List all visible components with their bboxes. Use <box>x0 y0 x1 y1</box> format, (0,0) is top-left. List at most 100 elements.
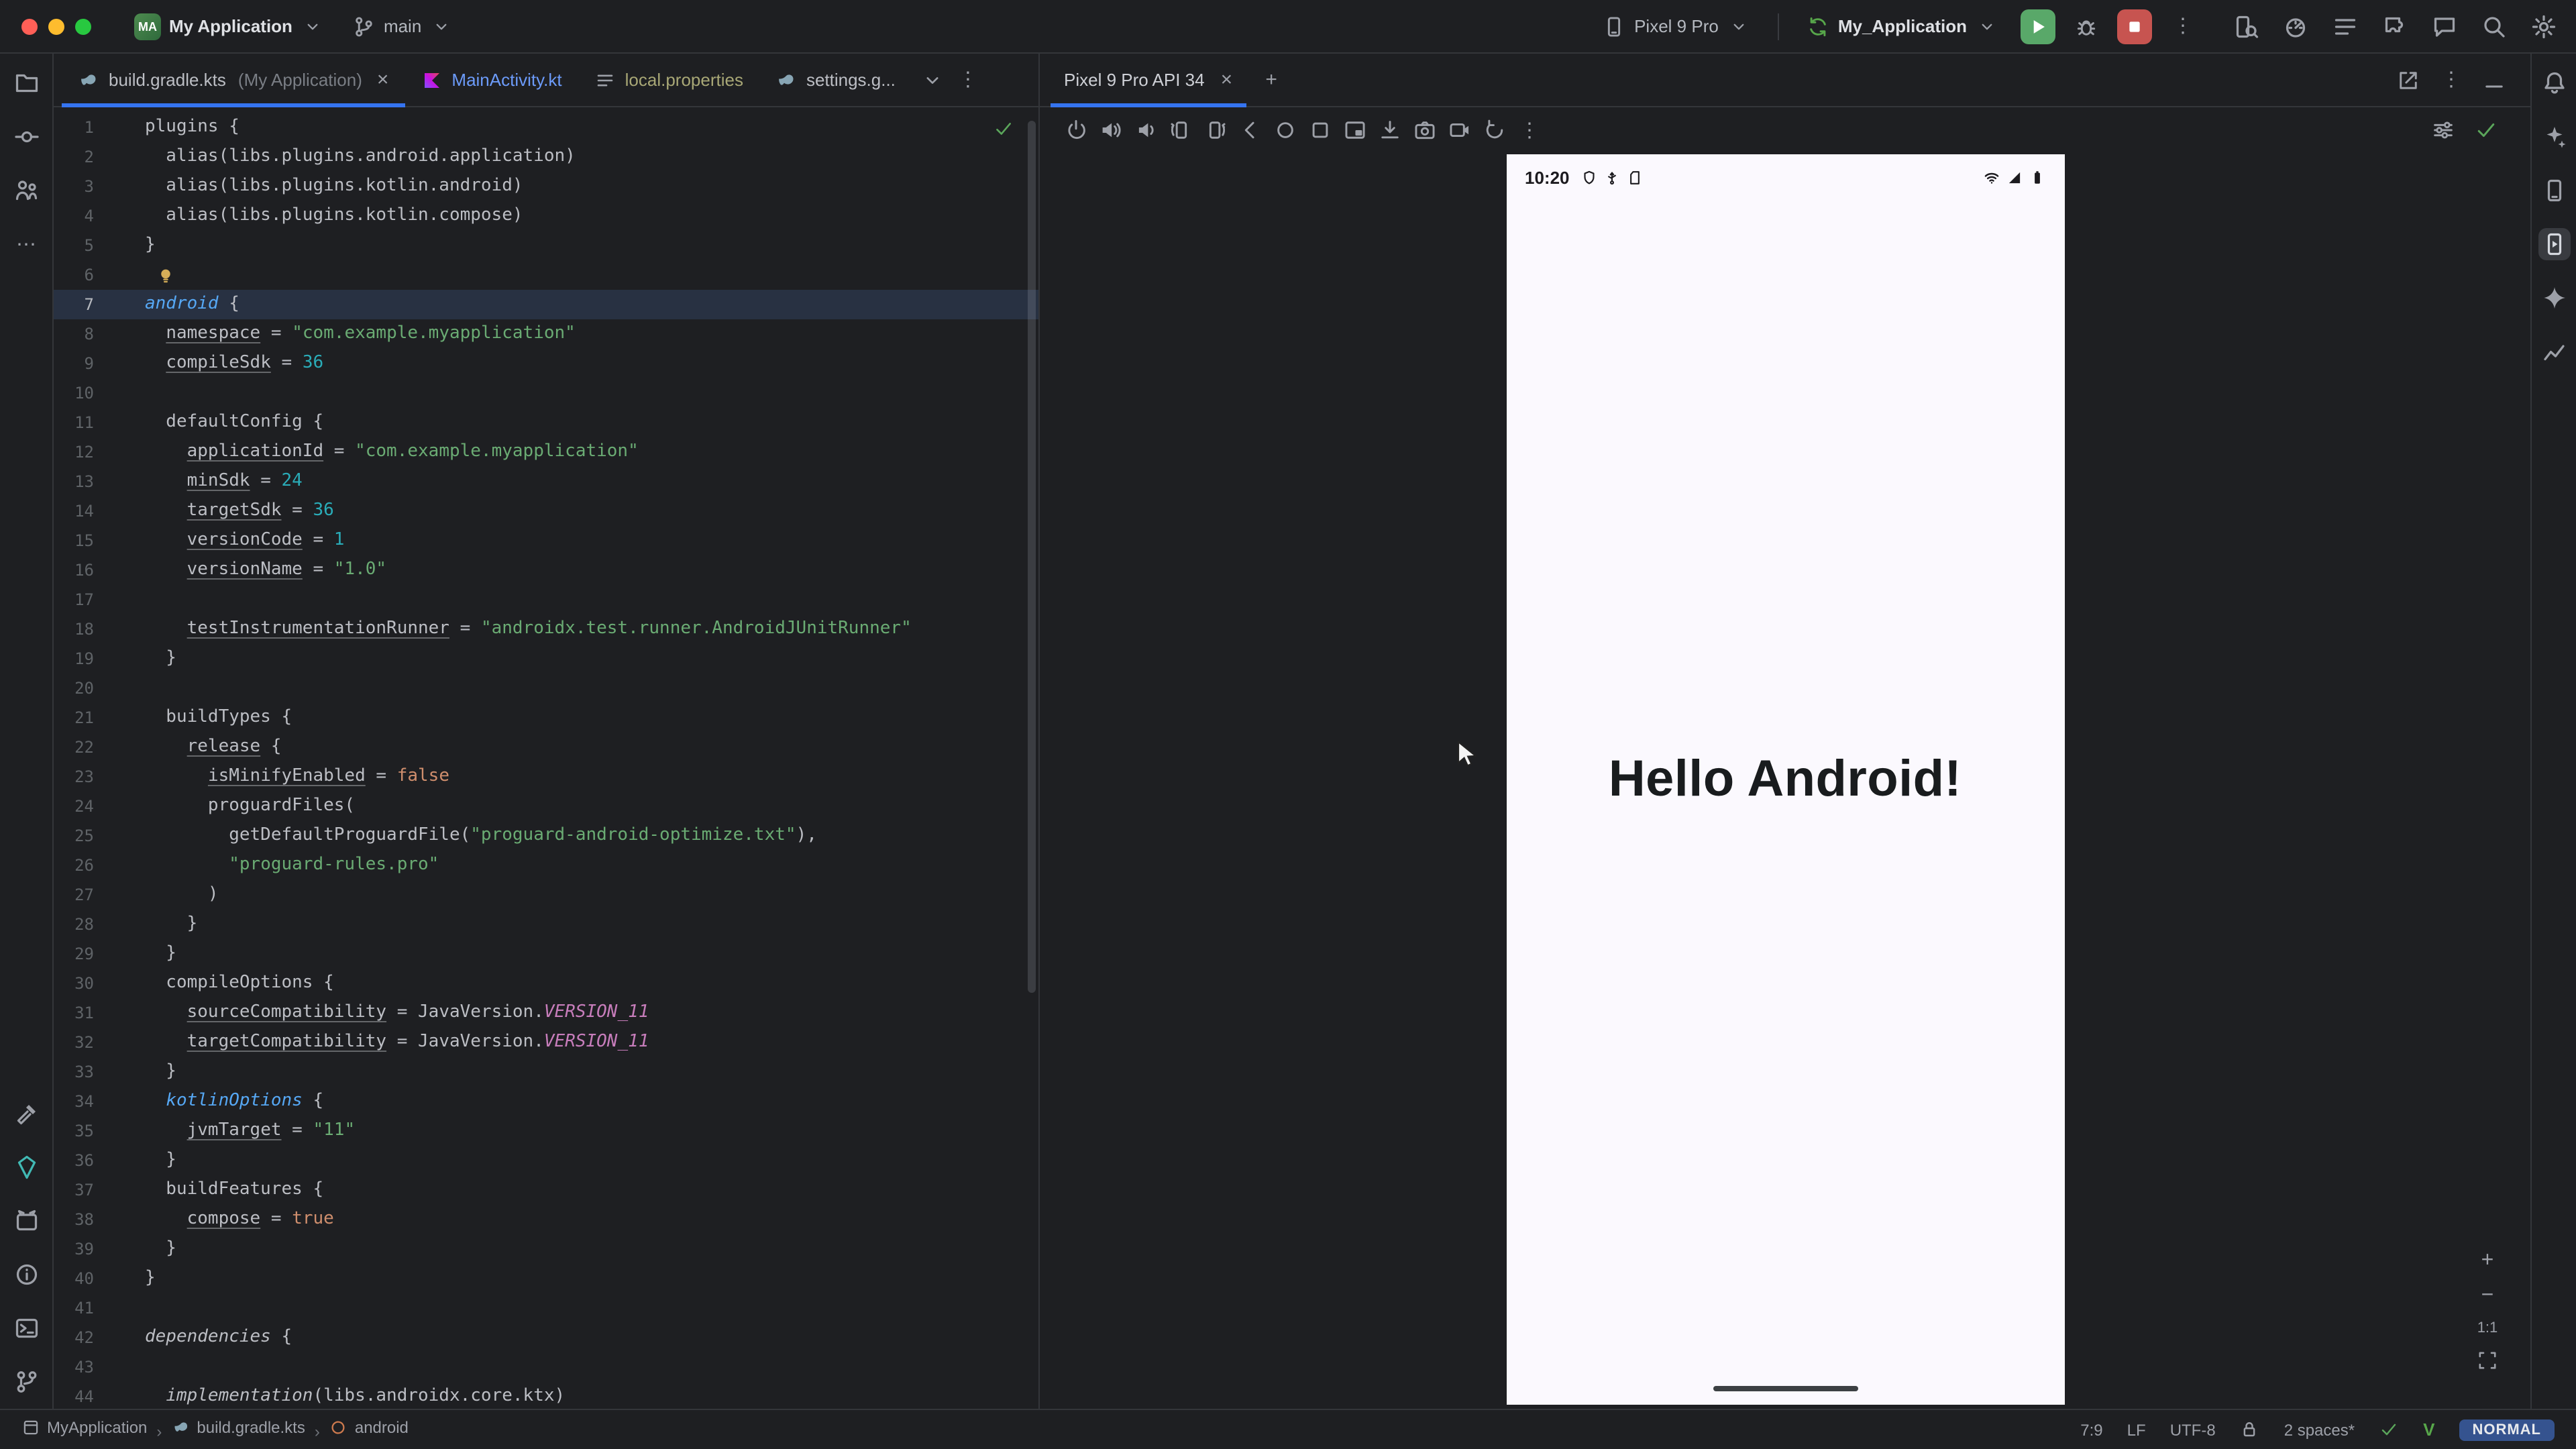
code-line-11[interactable]: 11 defaultConfig { <box>54 408 1038 437</box>
editor-tab-local.properties[interactable]: local.properties <box>578 54 759 106</box>
code-line-13[interactable]: 13 minSdk = 24 <box>54 467 1038 496</box>
ideavim-icon[interactable]: V <box>2423 1419 2434 1440</box>
code-line-14[interactable]: 14 targetSdk = 36 <box>54 496 1038 526</box>
code-line-1[interactable]: 1plugins { <box>54 113 1038 142</box>
structure-icon[interactable] <box>2332 13 2359 40</box>
code-line-9[interactable]: 9 compileSdk = 36 <box>54 349 1038 378</box>
code-line-3[interactable]: 3 alias(libs.plugins.kotlin.android) <box>54 172 1038 201</box>
code-line-28[interactable]: 28 } <box>54 910 1038 939</box>
volume-up-icon[interactable] <box>1099 118 1123 142</box>
more-tools-icon[interactable]: ⋯ <box>10 228 42 260</box>
editor-tab-MainActivity.kt[interactable]: MainActivity.kt <box>405 54 578 106</box>
code-line-12[interactable]: 12 applicationId = "com.example.myapplic… <box>54 437 1038 467</box>
plus-icon[interactable]: + <box>2477 1250 2498 1272</box>
code-line-19[interactable]: 19 } <box>54 644 1038 674</box>
more-icon[interactable]: ⋮ <box>1517 118 1542 142</box>
close-tab-icon[interactable]: × <box>377 68 389 91</box>
code-line-2[interactable]: 2 alias(libs.plugins.android.application… <box>54 142 1038 172</box>
rotate-right-icon[interactable] <box>1203 118 1228 142</box>
code-line-26[interactable]: 26 "proguard-rules.pro" <box>54 851 1038 880</box>
fit-icon[interactable] <box>2477 1350 2498 1371</box>
branch-selector[interactable]: main <box>343 9 462 44</box>
minimize-icon[interactable] <box>2482 68 2506 92</box>
editor-scrollbar[interactable] <box>1028 121 1036 993</box>
plugins-icon[interactable] <box>2381 13 2408 40</box>
code-line-44[interactable]: 44 implementation(libs.androidx.core.ktx… <box>54 1382 1038 1409</box>
zoom-window-button[interactable] <box>75 18 91 34</box>
chevron-down-icon[interactable] <box>922 69 944 91</box>
code-line-37[interactable]: 37 buildFeatures { <box>54 1175 1038 1205</box>
device-screen[interactable]: 10:20 Hello Android! <box>1506 154 2064 1405</box>
code-line-30[interactable]: 30 compileOptions { <box>54 969 1038 998</box>
terminal-icon[interactable] <box>10 1312 42 1344</box>
rotate-left-icon[interactable] <box>1169 118 1193 142</box>
code-line-35[interactable]: 35 jvmTarget = "11" <box>54 1116 1038 1146</box>
screenshot-icon[interactable] <box>1413 118 1437 142</box>
gesture-navigation-bar[interactable] <box>1713 1386 1858 1391</box>
code-line-18[interactable]: 18 testInstrumentationRunner = "androidx… <box>54 614 1038 644</box>
bulb-icon[interactable] <box>156 265 176 285</box>
run-configuration-selector[interactable]: My_Application <box>1798 9 2007 44</box>
open-in-window-icon[interactable] <box>2396 68 2420 92</box>
problems-icon[interactable] <box>10 1258 42 1291</box>
breadcrumb-MyApplication[interactable]: MyApplication <box>21 1418 147 1437</box>
display-mode-icon[interactable] <box>1343 118 1367 142</box>
code-line-7[interactable]: 7android { <box>54 290 1038 319</box>
close-device-tab-icon[interactable]: × <box>1221 68 1233 91</box>
chat-icon[interactable] <box>2431 13 2458 40</box>
logcat-icon[interactable] <box>10 1205 42 1237</box>
indent-setting[interactable]: 2 spaces* <box>2284 1420 2355 1439</box>
code-line-24[interactable]: 24 proguardFiles( <box>54 792 1038 821</box>
plus-icon[interactable]: + <box>1259 68 1283 92</box>
recents-icon[interactable] <box>1308 118 1332 142</box>
profiler-icon[interactable] <box>2282 13 2309 40</box>
line-separator[interactable]: LF <box>2127 1420 2146 1439</box>
breadcrumb-android[interactable]: android <box>329 1418 409 1437</box>
code-line-27[interactable]: 27 ) <box>54 880 1038 910</box>
caret-position[interactable]: 7:9 <box>2080 1420 2102 1439</box>
debug-button[interactable] <box>2069 9 2104 44</box>
device-manager-icon[interactable] <box>2538 174 2570 207</box>
code-line-17[interactable]: 17 <box>54 585 1038 614</box>
code-line-25[interactable]: 25 getDefaultProguardFile("proguard-andr… <box>54 821 1038 851</box>
back-icon[interactable] <box>1238 118 1263 142</box>
project-selector[interactable]: MA My Application <box>126 7 333 45</box>
minus-icon[interactable]: − <box>2477 1285 2498 1307</box>
code-line-6[interactable]: 6 <box>54 260 1038 290</box>
project-folder-icon[interactable] <box>10 67 42 99</box>
running-devices-icon[interactable] <box>2538 228 2570 260</box>
code-line-43[interactable]: 43 <box>54 1352 1038 1382</box>
build-icon[interactable] <box>10 1097 42 1130</box>
code-line-34[interactable]: 34 kotlinOptions { <box>54 1087 1038 1116</box>
code-line-8[interactable]: 8 namespace = "com.example.myapplication… <box>54 319 1038 349</box>
vim-mode-badge[interactable]: NORMAL <box>2459 1419 2555 1440</box>
code-line-15[interactable]: 15 versionCode = 1 <box>54 526 1038 555</box>
code-line-5[interactable]: 5} <box>54 231 1038 260</box>
code-line-41[interactable]: 41 <box>54 1293 1038 1323</box>
code-line-22[interactable]: 22 release { <box>54 733 1038 762</box>
device-selector[interactable]: Pixel 9 Pro <box>1594 9 1759 44</box>
device-settings-icon[interactable] <box>2431 118 2455 142</box>
ai-assistant-icon[interactable] <box>2538 121 2570 153</box>
code-line-36[interactable]: 36 } <box>54 1146 1038 1175</box>
commit-icon[interactable] <box>10 121 42 153</box>
minimize-window-button[interactable] <box>48 18 64 34</box>
device-tab[interactable]: Pixel 9 Pro API 34 × <box>1051 54 1246 106</box>
status-check-icon[interactable] <box>2474 118 2498 142</box>
more-actions-button[interactable]: ⋮ <box>2165 9 2200 44</box>
close-window-button[interactable] <box>21 18 38 34</box>
breadcrumb-build.gradle.kts[interactable]: build.gradle.kts <box>171 1418 305 1437</box>
reset-icon[interactable] <box>1483 118 1507 142</box>
home-icon[interactable] <box>1273 118 1297 142</box>
code-line-32[interactable]: 32 targetCompatibility = JavaVersion.VER… <box>54 1028 1038 1057</box>
code-line-39[interactable]: 39 } <box>54 1234 1038 1264</box>
gemini-icon[interactable] <box>2538 282 2570 314</box>
run-button[interactable] <box>2021 9 2055 44</box>
code-line-38[interactable]: 38 compose = true <box>54 1205 1038 1234</box>
editor-tab-settings.g...[interactable]: settings.g... <box>759 54 912 106</box>
search-icon[interactable] <box>2481 13 2508 40</box>
code-editor[interactable]: 1plugins {2 alias(libs.plugins.android.a… <box>54 107 1038 1409</box>
stop-button[interactable] <box>2117 9 2152 44</box>
layout-inspector-icon[interactable] <box>2233 13 2259 40</box>
version-control-icon[interactable] <box>10 1366 42 1398</box>
